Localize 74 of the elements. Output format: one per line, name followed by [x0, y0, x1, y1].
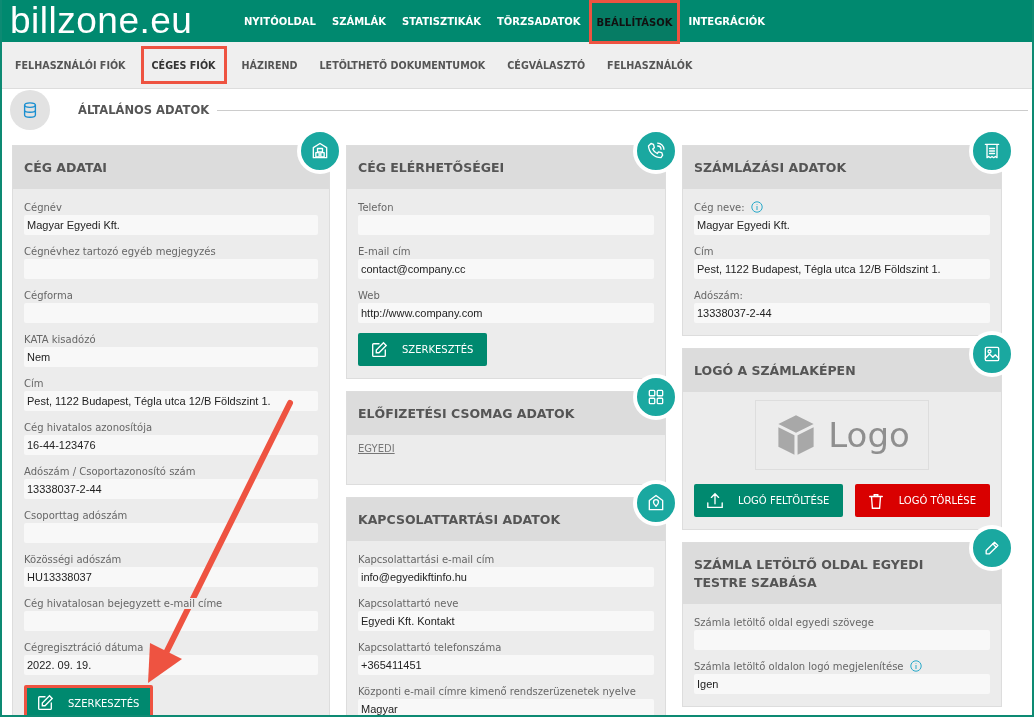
- trash-icon: [866, 491, 885, 510]
- sub-tab[interactable]: FELHASZNÁLÓK: [596, 46, 704, 84]
- edit-icon: [36, 694, 54, 712]
- edit-button[interactable]: SZERKESZTÉS: [24, 685, 154, 715]
- field-label: Cím: [694, 245, 714, 257]
- field-value: Magyar: [358, 699, 654, 715]
- field-label: Cégforma: [24, 289, 73, 301]
- field-label: E-mail cím: [358, 245, 411, 257]
- field-label: Cégregisztráció dátuma: [24, 641, 144, 653]
- field-label: Cég hivatalos azonosítója: [24, 421, 153, 433]
- field-label: Web: [358, 289, 380, 301]
- nav-tab[interactable]: TÖRZSADATOK: [488, 0, 589, 42]
- nav-tab[interactable]: INTEGRÁCIÓK: [680, 0, 774, 42]
- field-value: Igen: [694, 674, 990, 694]
- nav-tab[interactable]: SZÁMLÁK: [323, 0, 394, 42]
- field-value: 2022. 09. 19.: [24, 655, 318, 675]
- card-title: KAPCSOLATTARTÁSI ADATOK: [347, 498, 665, 541]
- field-value: Pest, 1122 Budapest, Tégla utca 12/B Földszint 1.: [694, 259, 990, 279]
- field-label: Telefon: [358, 201, 394, 213]
- field-value: Nem: [24, 347, 318, 367]
- upload-logo-button[interactable]: LOGÓ FELTÖLTÉSE: [694, 484, 844, 517]
- field-value: 13338037-2-44: [694, 303, 990, 323]
- field-value: Magyar Egyedi Kft.: [24, 215, 318, 235]
- sub-tab[interactable]: HÁZIREND: [230, 46, 309, 84]
- field-value: +365411451: [358, 655, 654, 675]
- field-label: Számla letöltő oldal egyedi szövege: [694, 616, 874, 628]
- card-title: CÉG ADATAI: [13, 146, 329, 189]
- section-title: ÁLTALÁNOS ADATOK: [78, 103, 210, 117]
- nav-tab[interactable]: NYITÓOLDAL: [236, 0, 324, 42]
- field-value: http://www.company.com: [358, 303, 654, 323]
- field-label: Kapcsolattartó neve: [358, 597, 459, 609]
- field-label: Kapcsolattartó telefonszáma: [358, 641, 502, 653]
- card-title: LOGÓ A SZÁMLAKÉPEN: [683, 349, 1001, 392]
- field-label: Számla letöltő oldalon logó megjelenítése: [694, 660, 904, 672]
- logo-placeholder-text: Logo: [828, 415, 910, 455]
- package-link[interactable]: EGYEDI: [358, 443, 395, 454]
- card-title: CÉG ELÉRHETŐSÉGEI: [347, 146, 665, 189]
- info-icon[interactable]: [750, 201, 763, 213]
- sub-tab[interactable]: FELHASZNÁLÓI FIÓK: [4, 46, 137, 84]
- field-label: KATA kisadózó: [24, 333, 96, 345]
- upload-icon: [706, 491, 724, 510]
- card-title: SZÁMLA LETÖLTŐ OLDAL EGYEDI TESTRE SZABÁSA: [683, 543, 1001, 604]
- field-value: Pest, 1122 Budapest, Tégla utca 12/B Földszint 1.: [24, 391, 318, 411]
- sub-tab[interactable]: LETÖLTHETŐ DOKUMENTUMOK: [308, 46, 497, 84]
- field-label: Kapcsolattartási e-mail cím: [358, 553, 495, 565]
- nav-tab[interactable]: BEÁLLÍTÁSOK: [588, 0, 681, 44]
- sub-tab[interactable]: CÉGVÁLASZTÓ: [496, 46, 597, 84]
- field-label: Központi e-mail címre kimenő rendszerüzenetek nyelve: [358, 685, 636, 697]
- logo[interactable]: billzone.eu: [10, 0, 236, 42]
- field-value: info@egyedikftinfo.hu: [358, 567, 654, 587]
- edit-icon: [370, 340, 388, 359]
- field-value: 13338037-2-44: [24, 479, 318, 499]
- field-label: Cégnévhez tartozó egyéb megjegyzés: [24, 245, 216, 257]
- sub-tab[interactable]: CÉGES FIÓK: [140, 46, 227, 84]
- card-title: SZÁMLÁZÁSI ADATOK: [683, 146, 1001, 189]
- field-label: Adószám:: [694, 289, 743, 301]
- nav-tab[interactable]: STATISZTIKÁK: [393, 0, 489, 42]
- field-value: contact@company.cc: [358, 259, 654, 279]
- card-title: ELŐFIZETÉSI CSOMAG ADATOK: [347, 392, 665, 435]
- info-icon[interactable]: [909, 660, 922, 672]
- field-value: Egyedi Kft. Kontakt: [358, 611, 654, 631]
- field-value: 16-44-123476: [24, 435, 318, 455]
- field-label: Adószám / Csoportazonosító szám: [24, 465, 196, 477]
- field-label: Cégnév: [24, 201, 62, 213]
- field-value: HU13338037: [24, 567, 318, 587]
- field-label: Közösségi adószám: [24, 553, 122, 565]
- field-label: Csoporttag adószám: [24, 509, 128, 521]
- field-value: Magyar Egyedi Kft.: [694, 215, 990, 235]
- field-label: Cím: [24, 377, 44, 389]
- delete-logo-button[interactable]: LOGÓ TÖRLÉSE: [854, 484, 990, 517]
- field-label: Cég neve:: [694, 201, 745, 213]
- database-icon: [10, 90, 50, 130]
- edit-button[interactable]: SZERKESZTÉS: [358, 333, 488, 366]
- field-label: Cég hivatalosan bejegyzett e-mail címe: [24, 597, 223, 609]
